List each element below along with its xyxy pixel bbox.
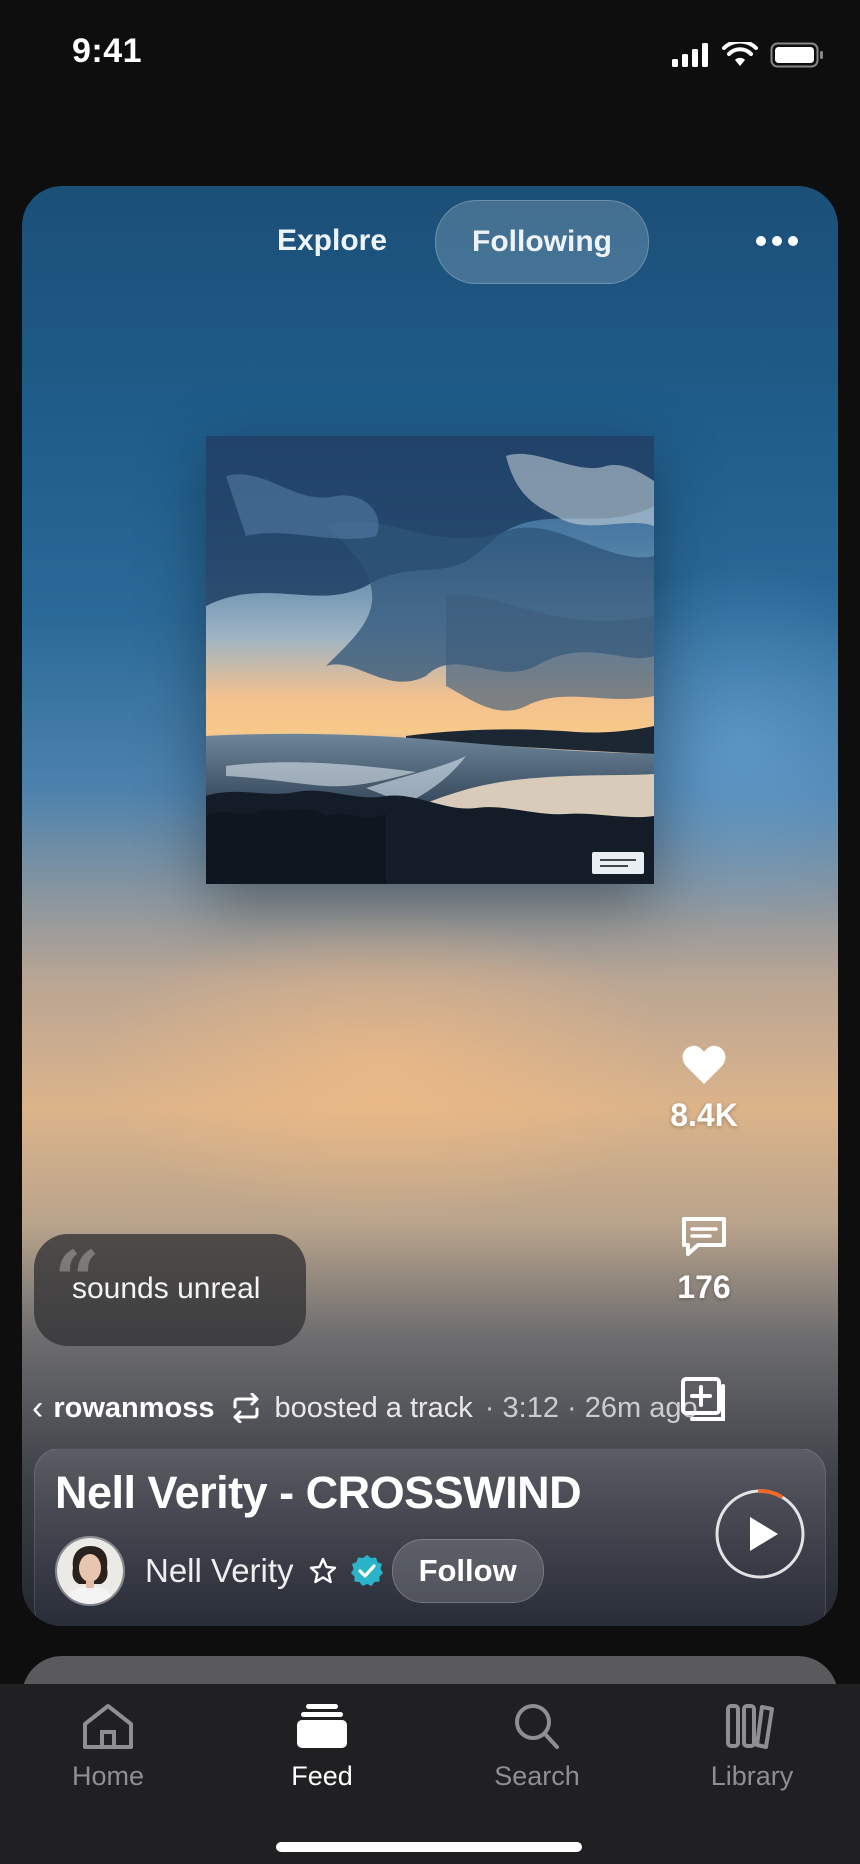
wifi-icon <box>722 42 758 66</box>
status-bar: 9:41 <box>0 0 860 110</box>
battery-icon <box>770 42 823 68</box>
artist-name[interactable]: Nell Verity <box>145 1552 294 1590</box>
tab-search[interactable]: Search <box>462 1702 612 1792</box>
comment-count: 176 <box>677 1269 731 1305</box>
bottom-tab-bar: Home Feed Search Library <box>0 1684 860 1864</box>
tab-search-label: Search <box>494 1761 580 1791</box>
tab-explore[interactable]: Explore <box>242 200 422 282</box>
tab-library-label: Library <box>710 1761 794 1791</box>
featured-comment[interactable]: “ sounds unreal <box>34 1234 306 1346</box>
more-options-button[interactable] <box>752 226 802 256</box>
like-count: 8.4K <box>670 1097 738 1133</box>
repost-meta: · 3:12 · 26m ago <box>484 1391 698 1424</box>
comments-button[interactable]: 176 <box>644 1216 764 1306</box>
heart-icon <box>682 1045 726 1084</box>
comment-icon <box>682 1217 726 1256</box>
more-dot-icon <box>788 236 798 246</box>
home-icon <box>83 1704 133 1749</box>
cellular-signal-icon <box>672 43 708 67</box>
repost-attribution: ‹ rowanmoss boosted a track · 3:12 · 26m… <box>32 1386 698 1430</box>
feed-top-nav: Explore Following <box>22 200 838 284</box>
tab-home-label: Home <box>71 1761 145 1791</box>
feed-icon <box>297 1704 347 1748</box>
artwork-image <box>206 436 654 884</box>
tab-library[interactable]: Library <box>677 1702 827 1792</box>
tab-feed[interactable]: Feed <box>247 1702 397 1792</box>
repost-action-text: boosted a track <box>274 1391 473 1424</box>
verified-badge-icon <box>350 1555 383 1586</box>
track-card: Explore Following 8.4K 176 “ sounds unre… <box>22 186 838 1626</box>
library-icon <box>726 1704 774 1749</box>
repost-icon <box>233 1393 258 1423</box>
tab-feed-label: Feed <box>291 1761 353 1791</box>
artist-row: Nell Verity Follow <box>55 1536 544 1606</box>
search-icon <box>515 1704 559 1749</box>
track-info-panel[interactable]: Nell Verity - CROSSWIND Nell Verity Foll… <box>34 1448 826 1626</box>
artist-avatar[interactable] <box>55 1536 125 1606</box>
status-time: 9:41 <box>72 32 143 70</box>
play-progress-arc <box>758 1489 783 1499</box>
play-icon <box>750 1517 778 1551</box>
like-button[interactable]: 8.4K <box>644 1044 764 1134</box>
follow-button[interactable]: Follow <box>391 1539 544 1603</box>
status-icons <box>672 42 824 68</box>
star-icon[interactable] <box>308 1556 338 1586</box>
more-dot-icon <box>756 236 766 246</box>
play-button[interactable] <box>713 1487 807 1581</box>
track-title[interactable]: Nell Verity - CROSSWIND <box>55 1467 582 1519</box>
tab-following[interactable]: Following <box>435 200 649 284</box>
reposter-username[interactable]: rowanmoss <box>53 1392 214 1425</box>
tab-home[interactable]: Home <box>33 1702 183 1792</box>
home-indicator <box>276 1842 582 1852</box>
chevron-left-icon[interactable]: ‹ <box>32 1389 43 1428</box>
more-dot-icon <box>772 236 782 246</box>
artwork-badge <box>592 852 644 874</box>
track-artwork[interactable] <box>206 436 654 884</box>
featured-comment-text: sounds unreal <box>72 1272 261 1305</box>
